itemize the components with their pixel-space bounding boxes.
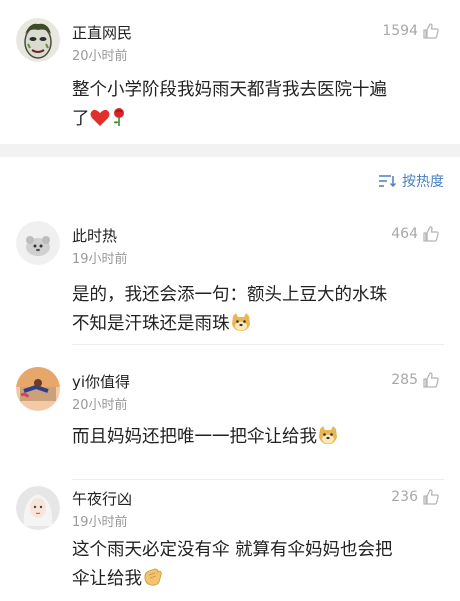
sort-icon (378, 174, 396, 188)
heart-emoji (90, 108, 110, 137)
comment-text: 而且妈妈还把唯一一把伞让给我 (72, 423, 444, 455)
thumbs-up-icon (422, 22, 440, 40)
list-item: yi你值得 20小时前 285 而且妈妈还把唯一一把伞让给我 (0, 345, 460, 480)
thumbs-up-icon (422, 371, 440, 389)
comment-text-line: 而且妈妈还把唯一一把伞让给我 (72, 423, 444, 455)
like-count: 464 (391, 226, 418, 242)
like-count: 285 (391, 372, 418, 388)
comment-text-tail: 不知是汗珠还是雨珠 (72, 314, 230, 334)
sort-bar: 按热度 (0, 157, 460, 205)
username[interactable]: yi你值得 (72, 371, 130, 392)
like-count: 236 (391, 489, 418, 505)
timestamp: 20小时前 (72, 398, 128, 413)
username[interactable]: 此时热 (72, 225, 117, 246)
sort-label: 按热度 (402, 174, 444, 190)
list-item: 此时热 19小时前 464 是的，我还会添一句：额头上豆大的水珠 不知是汗珠还是… (0, 205, 460, 345)
comment-text-line: 是的，我还会添一句：额头上豆大的水珠 (72, 285, 387, 305)
username[interactable]: 午夜行凶 (72, 488, 132, 509)
username[interactable]: 正直网民 (72, 22, 132, 43)
avatar[interactable] (16, 367, 60, 411)
comment-text: 这个雨天必定没有伞 就算有伞妈妈也会把 伞让给我 (72, 536, 444, 597)
like-button[interactable]: 1594 (382, 22, 440, 40)
timestamp: 20小时前 (72, 49, 128, 64)
sort-by-hot-button[interactable]: 按热度 (378, 171, 444, 191)
thumbs-up-icon (422, 225, 440, 243)
avatar[interactable] (16, 486, 60, 530)
top-comment: 正直网民 20小时前 1594 整个小学阶段我妈雨天都背我去医院十遍 了 (0, 0, 460, 144)
comment-text-body: 而且妈妈还把唯一一把伞让给我 (72, 427, 317, 447)
thumbs-up-icon (422, 488, 440, 506)
doge-emoji (317, 425, 339, 455)
comment-text-line: 这个雨天必定没有伞 就算有伞妈妈也会把 (72, 540, 393, 560)
comment-text-tail: 伞让给我 (72, 569, 142, 589)
comment-text-line: 整个小学阶段我妈雨天都背我去医院十遍 (72, 80, 387, 100)
like-button[interactable]: 236 (391, 488, 440, 506)
avatar[interactable] (16, 221, 60, 265)
comment-text-line: 不知是汗珠还是雨珠 (72, 310, 444, 342)
like-count: 1594 (382, 23, 418, 39)
like-button[interactable]: 285 (391, 371, 440, 389)
timestamp: 19小时前 (72, 515, 128, 530)
clap-emoji (142, 567, 164, 597)
comment-text-line: 了 (72, 105, 444, 137)
comment-text: 整个小学阶段我妈雨天都背我去医院十遍 了 (72, 76, 444, 137)
doge-emoji (230, 312, 252, 342)
comment-text: 是的，我还会添一句：额头上豆大的水珠 不知是汗珠还是雨珠 (72, 281, 444, 342)
like-button[interactable]: 464 (391, 225, 440, 243)
comment-text-line: 伞让给我 (72, 565, 444, 597)
avatar[interactable] (16, 18, 60, 62)
comment-text-tail: 了 (72, 109, 90, 129)
section-divider (0, 144, 460, 157)
list-item: 午夜行凶 19小时前 236 这个雨天必定没有伞 就算有伞妈妈也会把 伞让给我 (0, 480, 460, 601)
rose-emoji (110, 107, 128, 137)
timestamp: 19小时前 (72, 252, 128, 267)
